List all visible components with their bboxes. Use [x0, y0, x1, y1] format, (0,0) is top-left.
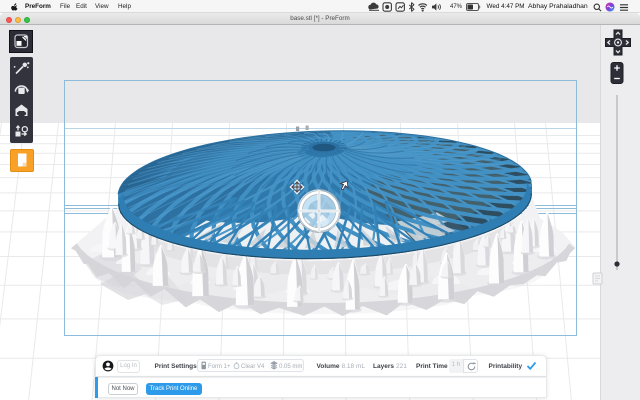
svg-text:Form 1+: Form 1+	[208, 364, 231, 370]
svg-text:Clear V4: Clear V4	[241, 364, 265, 370]
svg-text:0.05 mm: 0.05 mm	[279, 364, 302, 370]
